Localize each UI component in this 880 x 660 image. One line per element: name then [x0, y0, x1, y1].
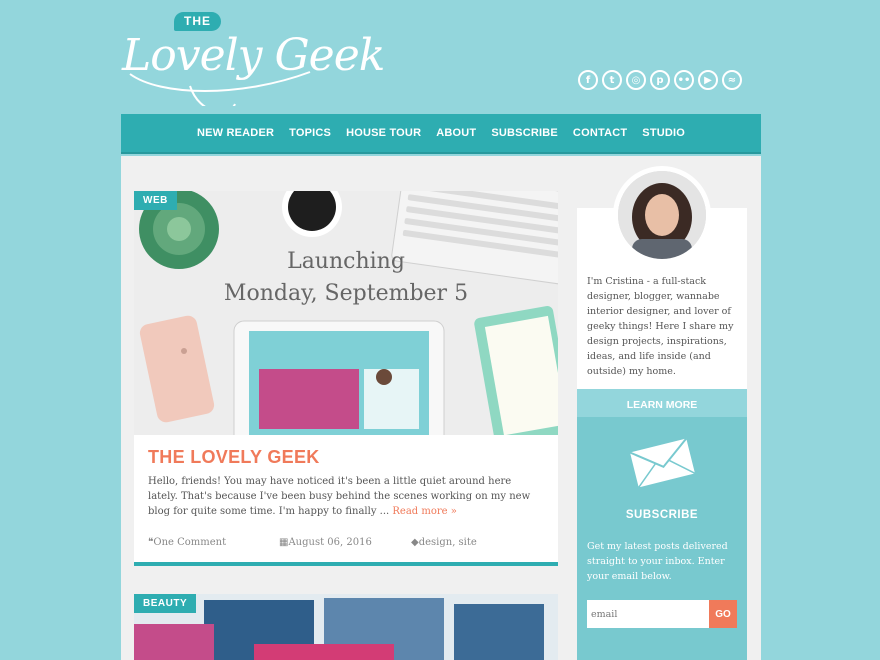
nav-subscribe[interactable]: SUBSCRIBE [491, 127, 558, 139]
flickr-icon[interactable]: •• [674, 70, 694, 90]
hero-line-1: Launching [287, 249, 405, 274]
second-post-image[interactable]: BEAUTY [134, 594, 558, 660]
tag-icon: ◆ [411, 537, 419, 548]
avatar [618, 171, 706, 259]
post-title[interactable]: THE LOVELY GEEK [148, 447, 544, 468]
avatar-portrait [618, 171, 706, 259]
hero-line-2: Monday, September 5 [223, 281, 469, 306]
post-bottom-bar [134, 562, 558, 566]
post-excerpt: Hello, friends! You may have noticed it'… [148, 474, 544, 519]
read-more-link[interactable]: Read more » [392, 506, 457, 517]
site-logo[interactable]: THE Lovely Geek [120, 6, 385, 106]
main-nav: NEW READER TOPICS HOUSE TOUR ABOUT SUBSC… [121, 114, 761, 154]
nav-house-tour[interactable]: HOUSE TOUR [346, 127, 421, 139]
hero-illustration [134, 191, 558, 435]
nav-about[interactable]: ABOUT [436, 127, 476, 139]
comments-count: One Comment [153, 537, 227, 548]
email-field[interactable] [587, 600, 709, 628]
envelope-icon [629, 437, 695, 487]
blog-post: Launching Monday, September 5 WEB THE LO… [134, 191, 558, 566]
post-date: ▦ August 06, 2016 [279, 537, 411, 548]
subscribe-form: GO [587, 600, 737, 628]
facebook-icon[interactable]: f [578, 70, 598, 90]
instagram-icon[interactable]: ◎ [626, 70, 646, 90]
nav-studio[interactable]: STUDIO [642, 127, 685, 139]
subscribe-widget: SUBSCRIBE Get my latest posts delivered … [577, 417, 747, 660]
go-button[interactable]: GO [709, 600, 737, 628]
comments-link[interactable]: ❝ One Comment [148, 537, 279, 548]
youtube-icon[interactable]: ▶ [698, 70, 718, 90]
logo-script: Lovely Geek [122, 30, 385, 81]
rss-icon[interactable]: ≈ [722, 70, 742, 90]
post-hero-image[interactable]: Launching Monday, September 5 WEB [134, 191, 558, 435]
post-excerpt-text: Hello, friends! You may have noticed it'… [148, 476, 531, 517]
content-area: Launching Monday, September 5 WEB THE LO… [121, 156, 761, 660]
post-meta: ❝ One Comment ▦ August 06, 2016 ◆ design… [134, 519, 558, 562]
post-tags: ◆ design, site [411, 537, 477, 548]
subscribe-title: SUBSCRIBE [625, 509, 699, 521]
nav-topics[interactable]: TOPICS [289, 127, 331, 139]
nav-contact[interactable]: CONTACT [573, 127, 627, 139]
tablet [233, 320, 445, 435]
nav-new-reader[interactable]: NEW READER [197, 127, 274, 139]
category-badge[interactable]: WEB [134, 191, 177, 210]
subscribe-text: Get my latest posts delivered straight t… [587, 541, 728, 582]
pinterest-icon[interactable]: p [650, 70, 670, 90]
twitter-icon[interactable]: t [602, 70, 622, 90]
post-date-text: August 06, 2016 [288, 537, 372, 548]
clothes-illustration [134, 594, 558, 660]
social-icons: f t ◎ p •• ▶ ≈ [578, 70, 742, 90]
category-badge-beauty[interactable]: BEAUTY [134, 594, 197, 613]
avatar-frame [613, 166, 711, 264]
post-tags-text[interactable]: design, site [419, 537, 477, 548]
